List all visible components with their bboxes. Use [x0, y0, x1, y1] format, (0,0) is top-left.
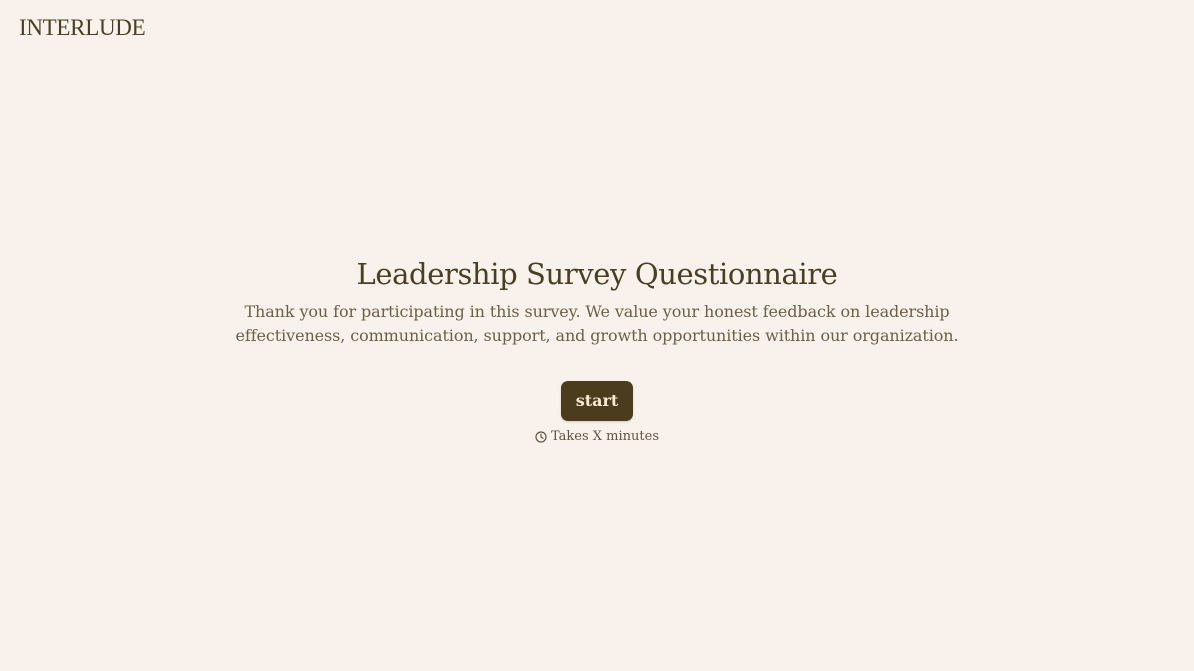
duration-text: Takes X minutes — [551, 429, 659, 444]
brand-logo[interactable]: INTERLUDE — [19, 14, 146, 42]
start-button[interactable]: start — [561, 381, 633, 421]
survey-description: Thank you for participating in this surv… — [235, 302, 959, 345]
survey-title: Leadership Survey Questionnaire — [356, 257, 838, 291]
clock-icon — [535, 431, 547, 443]
duration-info: Takes X minutes — [0, 429, 1194, 445]
survey-intro: Leadership Survey Questionnaire Thank yo… — [0, 252, 1194, 445]
